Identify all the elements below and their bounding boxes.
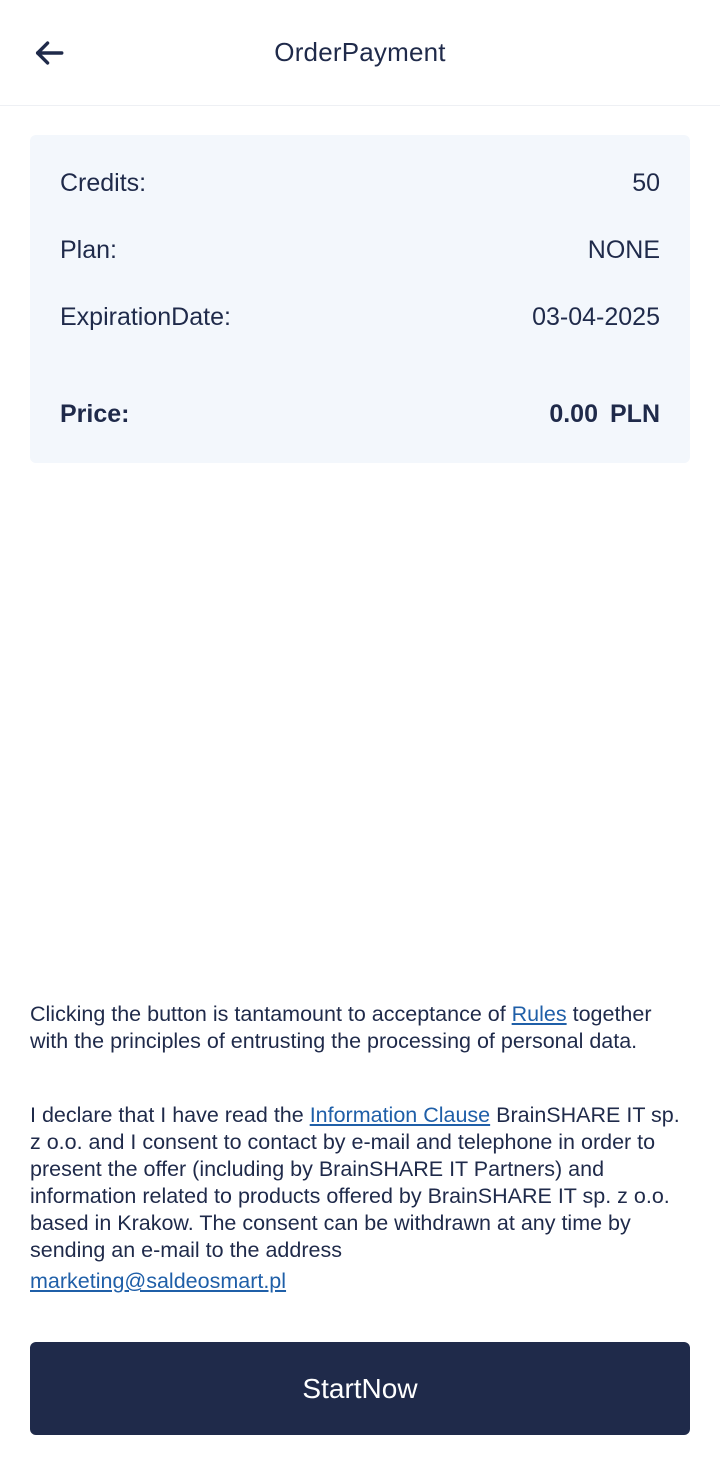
price-label: Price: (60, 400, 130, 428)
credits-value: 50 (632, 169, 660, 197)
credits-label: Credits: (60, 169, 147, 197)
price-currency: PLN (610, 400, 660, 428)
rules-text-before: Clicking the button is tantamount to acc… (30, 1002, 512, 1026)
price-amount: 0.00 (549, 400, 598, 428)
marketing-email-link[interactable]: marketing@saldeosmart.pl (30, 1268, 286, 1295)
plan-row: Plan: NONE (60, 236, 660, 265)
order-payment-screen: OrderPayment Credits: 50 Plan: NONE Expi… (0, 0, 720, 1465)
expiration-value: 03-04-2025 (532, 303, 660, 331)
marketing-consent-text: I declare that I have read the Informati… (30, 1102, 694, 1295)
information-clause-link[interactable]: Information Clause (310, 1103, 490, 1127)
order-summary-card: Credits: 50 Plan: NONE ExpirationDate: 0… (30, 135, 690, 463)
plan-label: Plan: (60, 236, 117, 264)
page-title: OrderPayment (274, 37, 446, 67)
top-bar: OrderPayment (0, 0, 720, 106)
credits-row: Credits: 50 (60, 169, 660, 198)
start-now-button[interactable]: StartNow (30, 1342, 690, 1435)
rules-link[interactable]: Rules (512, 1002, 567, 1026)
price-value: 0.00 PLN (549, 400, 660, 429)
expiration-label: ExpirationDate: (60, 303, 231, 331)
rules-consent-text: Clicking the button is tantamount to acc… (30, 1001, 694, 1055)
expiration-row: ExpirationDate: 03-04-2025 (60, 303, 660, 332)
clause-text-before: I declare that I have read the (30, 1103, 310, 1127)
plan-value: NONE (587, 236, 660, 264)
price-row: Price: 0.00 PLN (60, 400, 660, 429)
